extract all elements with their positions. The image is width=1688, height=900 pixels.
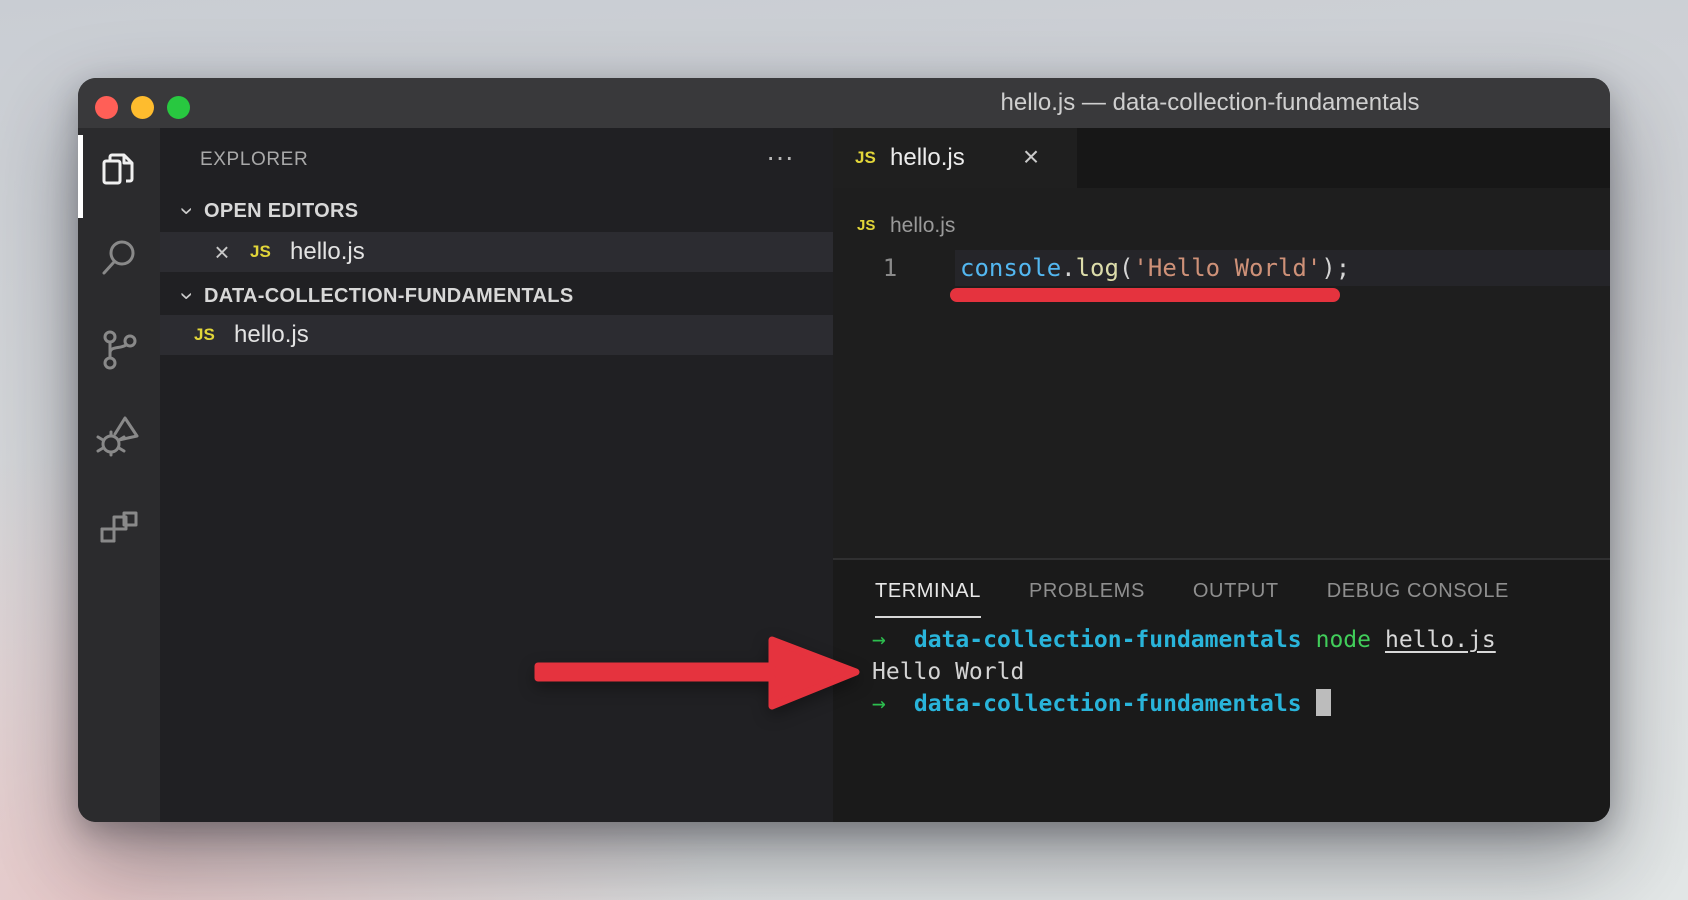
source-control-icon [96, 327, 142, 373]
prompt-directory: data-collection-fundamentals [914, 691, 1302, 717]
tab-problems[interactable]: PROBLEMS [1029, 566, 1145, 618]
chevron-down-icon: › [168, 200, 206, 222]
tab-terminal[interactable]: TERMINAL [875, 566, 981, 618]
vscode-window: hello.js — data-collection-fundamentals [78, 78, 1610, 822]
code-token-dot: . [1061, 254, 1075, 282]
breadcrumb-file: hello.js [890, 206, 955, 246]
code-editor[interactable]: 1 console.log('Hello World'); [833, 250, 1610, 558]
terminal-prompt-line: → data-collection-fundamentals [872, 688, 1600, 720]
sidebar-item-run-debug[interactable] [78, 404, 160, 468]
files-icon [96, 149, 142, 195]
sidebar-item-extensions[interactable] [78, 498, 160, 562]
prompt-directory: data-collection-fundamentals [914, 627, 1302, 653]
window-title: hello.js — data-collection-fundamentals [1001, 78, 1420, 128]
code-token-paren-close: ); [1321, 254, 1350, 282]
title-bar: hello.js — data-collection-fundamentals [78, 78, 1610, 128]
section-open-editors[interactable]: › OPEN EDITORS [160, 192, 833, 230]
breadcrumb[interactable]: JS hello.js [833, 206, 1610, 246]
sidebar-item-explorer[interactable] [78, 140, 160, 204]
section-folder-root[interactable]: › DATA-COLLECTION-FUNDAMENTALS [160, 277, 833, 315]
close-tab-icon[interactable]: × [1011, 128, 1051, 186]
section-label: OPEN EDITORS [204, 192, 358, 230]
terminal-cursor [1316, 689, 1331, 716]
close-window-button[interactable] [95, 96, 118, 119]
sidebar-title: EXPLORER [200, 140, 308, 180]
sidebar-item-search[interactable] [78, 226, 160, 290]
tab-hello-js[interactable]: JS hello.js × [833, 128, 1077, 188]
code-token-string: 'Hello World' [1133, 254, 1321, 282]
prompt-arrow-icon: → [872, 691, 886, 717]
search-icon [96, 235, 142, 281]
line-number: 1 [873, 250, 907, 286]
panel-tab-bar: TERMINAL PROBLEMS OUTPUT DEBUG CONSOLE [875, 566, 1509, 618]
bottom-panel: TERMINAL PROBLEMS OUTPUT DEBUG CONSOLE →… [833, 558, 1610, 822]
js-file-icon: JS [857, 206, 875, 246]
section-label: DATA-COLLECTION-FUNDAMENTALS [204, 277, 573, 315]
desktop-background: hello.js — data-collection-fundamentals [0, 0, 1688, 900]
file-name: hello.js [234, 315, 309, 355]
close-editor-icon[interactable]: × [208, 232, 236, 272]
terminal-command: node [1316, 627, 1371, 653]
terminal-command-arg: hello.js [1385, 627, 1496, 653]
activity-bar [78, 128, 160, 822]
js-file-icon: JS [855, 128, 876, 188]
tab-output[interactable]: OUTPUT [1193, 566, 1279, 618]
editor-group: JS hello.js × JS hello.js 1 console.log(… [833, 128, 1610, 558]
terminal-prompt-line: → data-collection-fundamentals node hello.j… [872, 624, 1600, 656]
code-token-console: console [960, 254, 1061, 282]
code-line-1: console.log('Hello World'); [960, 250, 1350, 286]
code-token-log: log [1076, 254, 1119, 282]
editor-tab-bar: JS hello.js × [833, 128, 1610, 188]
run-debug-icon [95, 412, 143, 460]
js-file-icon: JS [250, 232, 271, 272]
sidebar-header: EXPLORER ··· [160, 140, 833, 180]
sidebar-item-source-control[interactable] [78, 318, 160, 382]
terminal-output[interactable]: → data-collection-fundamentals node hello.j… [872, 624, 1600, 822]
zoom-window-button[interactable] [167, 96, 190, 119]
file-tree-item-hello-js[interactable]: JS hello.js [160, 315, 833, 355]
code-token-paren-open: ( [1119, 254, 1133, 282]
red-underline-annotation [950, 288, 1340, 302]
minimize-window-button[interactable] [131, 96, 154, 119]
open-editor-item-hello-js[interactable]: × JS hello.js [160, 232, 833, 272]
prompt-arrow-icon: → [872, 627, 886, 653]
terminal-output-line: Hello World [872, 656, 1600, 688]
tab-label: hello.js [890, 128, 965, 188]
chevron-down-icon: › [168, 285, 206, 307]
js-file-icon: JS [194, 315, 215, 355]
explorer-sidebar: EXPLORER ··· › OPEN EDITORS × JS hello.j… [160, 128, 833, 822]
tab-debug-console[interactable]: DEBUG CONSOLE [1327, 566, 1509, 618]
more-actions-icon[interactable]: ··· [750, 140, 810, 180]
file-name: hello.js [290, 232, 365, 272]
extensions-icon [96, 507, 142, 553]
